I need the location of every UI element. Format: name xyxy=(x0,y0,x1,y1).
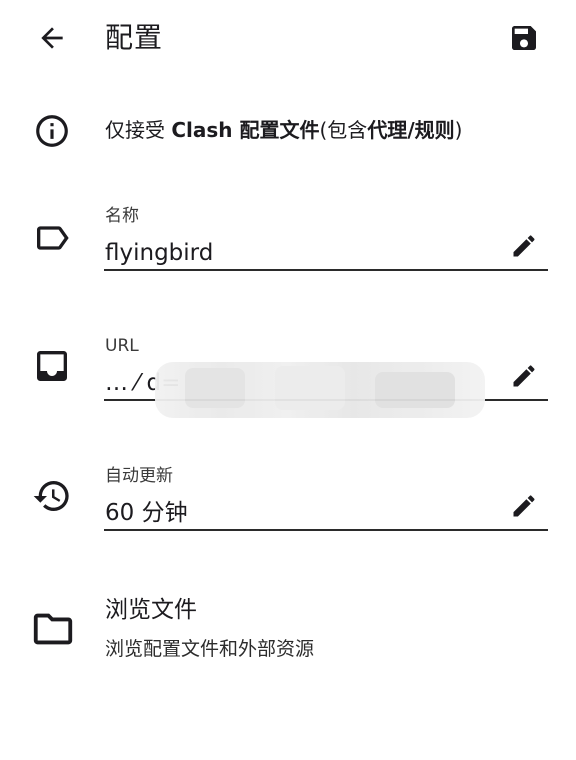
url-label: URL xyxy=(105,336,139,356)
browse-files-subtitle: 浏览配置文件和外部资源 xyxy=(105,638,315,660)
label-icon xyxy=(32,218,72,258)
auto-update-field[interactable]: 自动更新 60 分钟 xyxy=(0,458,576,538)
edit-icon[interactable] xyxy=(510,362,538,390)
info-row: 仅接受 Clash 配置文件(包含代理/规则) xyxy=(0,104,576,152)
redaction-blur xyxy=(155,362,485,418)
auto-update-label: 自动更新 xyxy=(105,466,173,486)
browse-files-title: 浏览文件 xyxy=(105,597,197,623)
browse-files-item[interactable]: 浏览文件 浏览配置文件和外部资源 xyxy=(0,590,576,670)
folder-icon xyxy=(30,606,76,652)
info-text: 仅接受 Clash 配置文件(包含代理/规则) xyxy=(105,118,463,142)
history-icon xyxy=(32,476,72,516)
app-bar: 配置 xyxy=(0,0,576,76)
arrow-back-icon[interactable] xyxy=(36,22,68,54)
info-icon xyxy=(33,112,71,150)
page-title: 配置 xyxy=(105,21,164,54)
name-underline xyxy=(104,269,548,271)
auto-update-underline xyxy=(104,529,548,531)
inbox-icon xyxy=(32,346,72,386)
name-field[interactable]: 名称 flyingbird xyxy=(0,198,576,278)
name-input[interactable]: flyingbird xyxy=(105,238,500,268)
edit-icon[interactable] xyxy=(510,492,538,520)
save-icon[interactable] xyxy=(508,22,540,54)
name-label: 名称 xyxy=(105,206,139,226)
edit-icon[interactable] xyxy=(510,232,538,260)
auto-update-input[interactable]: 60 分钟 xyxy=(105,498,500,528)
